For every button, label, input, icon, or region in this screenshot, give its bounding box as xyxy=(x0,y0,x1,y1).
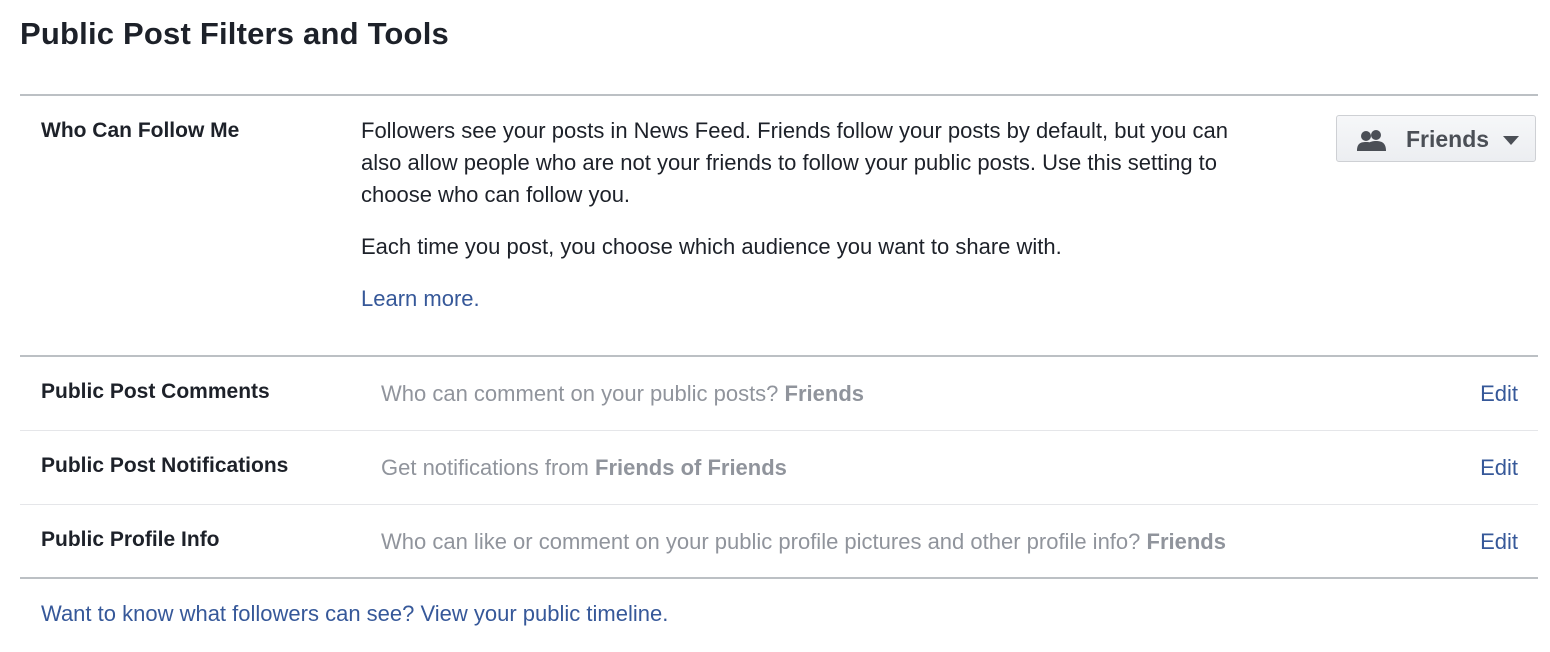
setting-question: Get notifications from xyxy=(381,455,589,480)
caret-down-icon xyxy=(1503,136,1519,145)
setting-desc-public-post-comments: Who can comment on your public posts? Fr… xyxy=(381,381,864,407)
setting-value: Friends of Friends xyxy=(595,455,787,480)
follow-setting-label: Who Can Follow Me xyxy=(41,119,240,142)
setting-label-public-profile-info: Public Profile Info xyxy=(41,528,220,551)
follow-description: Followers see your posts in News Feed. F… xyxy=(361,118,1228,207)
audience-selector-button[interactable]: Friends xyxy=(1336,115,1536,162)
divider xyxy=(20,355,1538,357)
view-public-timeline-link[interactable]: Want to know what followers can see? Vie… xyxy=(41,601,668,627)
setting-value: Friends xyxy=(784,381,865,406)
setting-question: Who can comment on your public posts? xyxy=(381,381,779,406)
setting-label-public-post-comments: Public Post Comments xyxy=(41,380,270,403)
setting-desc-public-post-notifications: Get notifications from Friends of Friend… xyxy=(381,455,787,481)
friends-icon xyxy=(1357,129,1387,151)
setting-question: Who can like or comment on your public p… xyxy=(381,529,1141,554)
setting-desc-public-profile-info: Who can like or comment on your public p… xyxy=(381,529,1226,555)
edit-public-post-notifications-link[interactable]: Edit xyxy=(1480,455,1518,481)
follow-audience-note: Each time you post, you choose which aud… xyxy=(361,234,1062,259)
divider xyxy=(20,577,1538,579)
audience-selector-label: Friends xyxy=(1406,126,1490,152)
setting-value: Friends xyxy=(1146,529,1226,554)
page-title: Public Post Filters and Tools xyxy=(20,16,449,51)
edit-public-profile-info-link[interactable]: Edit xyxy=(1480,529,1518,555)
learn-more-link[interactable]: Learn more. xyxy=(361,286,480,312)
row-divider xyxy=(20,504,1538,505)
divider xyxy=(20,94,1538,96)
setting-label-public-post-notifications: Public Post Notifications xyxy=(41,454,289,477)
edit-public-post-comments-link[interactable]: Edit xyxy=(1480,381,1518,407)
row-divider xyxy=(20,430,1538,431)
